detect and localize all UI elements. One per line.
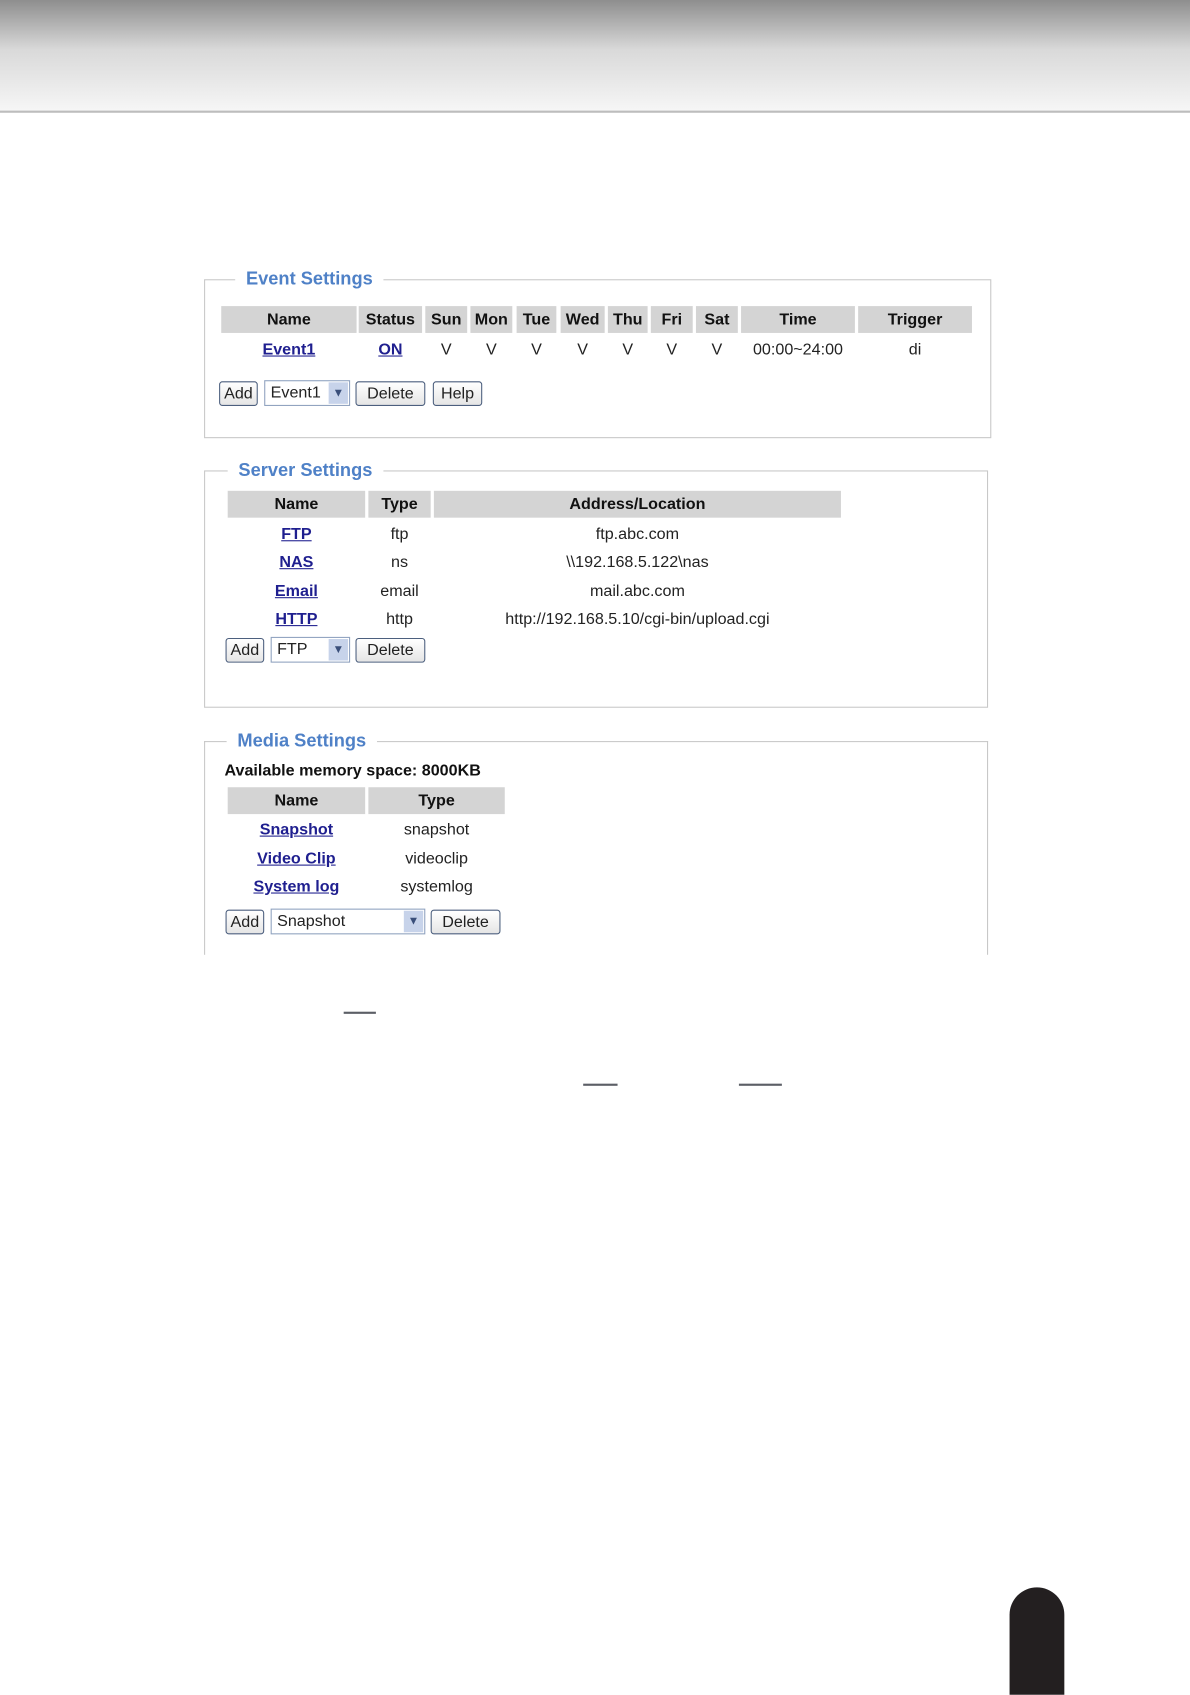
column-header: Fri: [650, 306, 693, 333]
chevron-down-icon: ▼: [328, 382, 348, 404]
column-header: Mon: [470, 306, 513, 333]
table-cell: videoclip: [405, 849, 468, 868]
column-header: Type: [368, 787, 505, 815]
event-select[interactable]: Event1 ▼: [264, 380, 351, 406]
underline-mark: [343, 1011, 376, 1014]
table-cell: \\192.168.5.122\nas: [566, 553, 709, 572]
column-header: Status: [358, 306, 423, 333]
table-link[interactable]: ON: [359, 339, 422, 360]
table-cell: V: [531, 340, 542, 359]
media-add-button[interactable]: Add: [225, 909, 265, 935]
table-cell: V: [622, 340, 634, 359]
table-link[interactable]: Event1: [221, 339, 356, 360]
table-link[interactable]: Video Clip: [228, 848, 365, 869]
table-cell: 00:00~24:00: [752, 340, 844, 359]
event-delete-button[interactable]: Delete: [355, 381, 426, 406]
event-select-value: Event1: [270, 383, 321, 402]
available-memory: Available memory space: 8000KB: [224, 761, 481, 780]
table-cell: V: [440, 340, 452, 359]
table-cell: http://192.168.5.10/cgi-bin/upload.cgi: [505, 610, 770, 629]
column-header: Trigger: [858, 306, 972, 333]
table-cell: V: [485, 340, 497, 359]
event-help-button[interactable]: Help: [432, 381, 483, 406]
server-select-value: FTP: [277, 640, 308, 659]
column-header: Tue: [516, 306, 557, 333]
table-link[interactable]: FTP: [228, 524, 365, 545]
media-select-value: Snapshot: [277, 911, 346, 931]
table-cell: ftp: [390, 525, 409, 544]
column-header: Type: [368, 490, 431, 518]
table-link[interactable]: NAS: [228, 552, 365, 573]
server-delete-button[interactable]: Delete: [355, 637, 426, 663]
column-header: Sat: [695, 306, 738, 333]
media-select[interactable]: Snapshot ▼: [270, 908, 426, 935]
media-delete-button[interactable]: Delete: [430, 909, 501, 935]
column-header: Name: [227, 787, 366, 815]
table-link[interactable]: Snapshot: [228, 819, 365, 840]
table-cell: V: [666, 340, 678, 359]
column-header: Wed: [560, 306, 605, 333]
table-cell: snapshot: [403, 820, 470, 839]
underline-mark: [738, 1083, 782, 1086]
table-link[interactable]: HTTP: [228, 609, 365, 630]
media-settings-title: Media Settings: [226, 730, 377, 752]
column-header: Sun: [425, 306, 468, 333]
column-header: Name: [227, 490, 366, 518]
column-header: Time: [741, 306, 855, 333]
table-cell: V: [577, 340, 589, 359]
server-add-button[interactable]: Add: [225, 637, 265, 663]
page-tab: [1009, 1587, 1065, 1695]
table-cell: ftp.abc.com: [595, 525, 680, 544]
table-cell: systemlog: [400, 877, 473, 896]
column-header: Thu: [607, 306, 648, 333]
table-cell: email: [380, 582, 419, 601]
table-link[interactable]: System log: [228, 876, 365, 897]
chevron-down-icon: ▼: [328, 639, 348, 661]
chevron-down-icon: ▼: [403, 910, 424, 933]
server-settings-title: Server Settings: [227, 459, 384, 482]
table-cell: V: [711, 340, 723, 359]
server-select[interactable]: FTP ▼: [270, 636, 351, 663]
column-header: Address/Location: [433, 490, 841, 518]
table-cell: ns: [391, 553, 409, 572]
column-header: Name: [221, 306, 357, 333]
table-cell: di: [908, 340, 922, 359]
table-link[interactable]: Email: [228, 581, 365, 602]
table-cell: http: [386, 610, 413, 629]
event-settings-title: Event Settings: [235, 268, 384, 290]
page-header-band: [0, 0, 1190, 113]
event-add-button[interactable]: Add: [219, 381, 258, 406]
table-cell: mail.abc.com: [589, 582, 685, 601]
underline-mark: [583, 1083, 618, 1086]
